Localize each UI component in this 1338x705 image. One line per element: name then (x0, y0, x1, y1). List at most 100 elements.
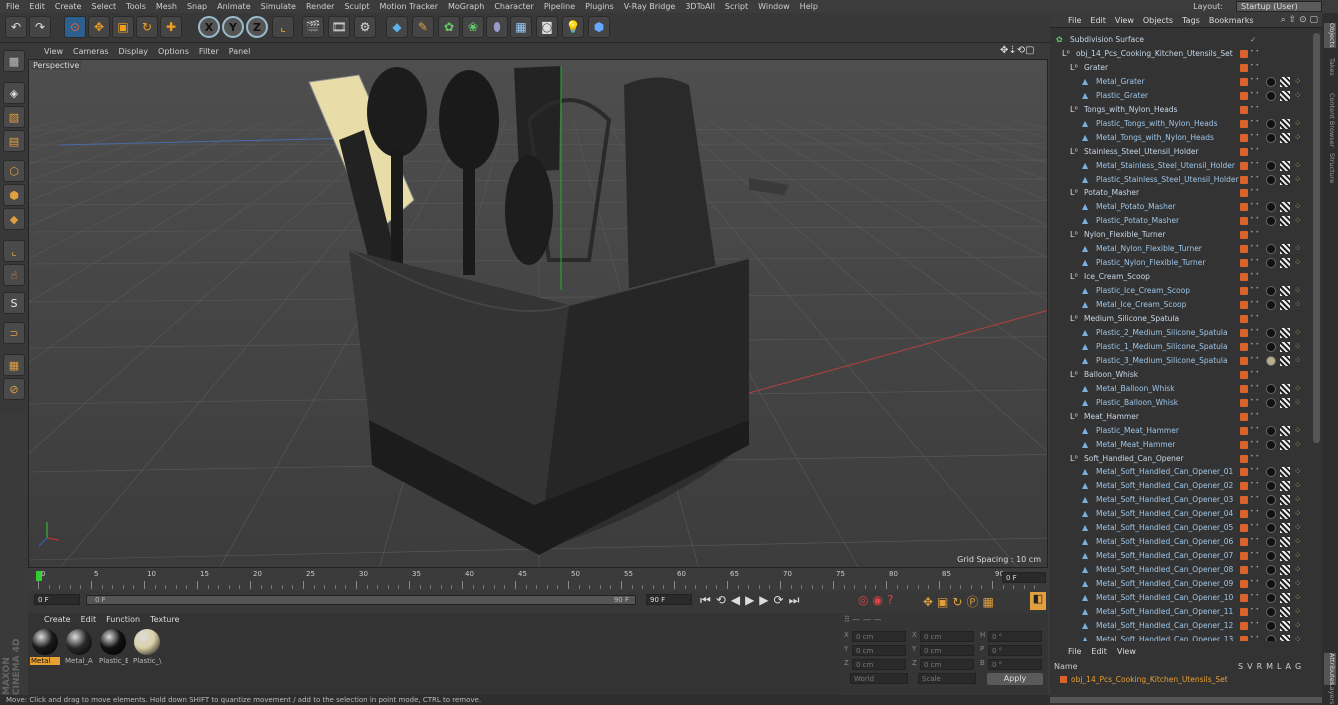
texture-tag-icon[interactable]: ⁘ (1294, 398, 1304, 408)
object-row[interactable]: ▲ Plastic_1_Medium_Silicone_Spatula • • ⁘ (1050, 340, 1312, 354)
object-row[interactable]: ▲ Metal_Soft_Handled_Can_Opener_03 • • ⁘ (1050, 493, 1312, 507)
menu-v-ray-bridge[interactable]: V-Ray Bridge (624, 2, 676, 11)
layout-dropdown[interactable]: Startup (User) (1236, 1, 1322, 12)
uv-tag-icon[interactable] (1280, 620, 1290, 631)
coord-field[interactable]: 0 cm (852, 645, 906, 656)
axis-mode-icon[interactable]: ⌞ (3, 240, 25, 262)
texture-tag-icon[interactable]: ⁘ (1294, 635, 1304, 641)
object-row[interactable]: ▲ Metal_Tongs_with_Nylon_Heads • • ⁘ (1050, 131, 1312, 145)
texture-tag-icon[interactable]: ⁘ (1294, 607, 1304, 617)
texture-tag-icon[interactable]: ⁘ (1294, 356, 1304, 366)
material-swatch[interactable]: Metal_A (64, 627, 94, 665)
object-row[interactable]: ▲ Plastic_3_Medium_Silicone_Spatula • • ⁘ (1050, 354, 1312, 368)
object-row[interactable]: L⁰ Stainless_Steel_Utensil_Holder • • (1050, 145, 1312, 159)
magnet-icon[interactable]: ⊃ (3, 322, 25, 344)
texture-tag-icon[interactable]: ⁘ (1294, 161, 1304, 171)
current-frame-field[interactable]: 0 F (1002, 572, 1046, 583)
menu-help[interactable]: Help (800, 2, 818, 11)
side-tab-structure[interactable]: Structure (1324, 153, 1336, 183)
material-tag-icon[interactable] (1266, 509, 1276, 520)
cloner-icon[interactable]: ❀ (462, 16, 484, 38)
object-row[interactable]: L⁰ Medium_Silicone_Spatula • • (1050, 312, 1312, 326)
texture-tag-icon[interactable]: ⁘ (1294, 286, 1304, 296)
camera-icon[interactable]: ◙ (536, 16, 558, 38)
uv-tag-icon[interactable] (1280, 118, 1290, 129)
object-row[interactable]: L⁰ Tongs_with_Nylon_Heads • • (1050, 103, 1312, 117)
redo-icon[interactable]: ↷ (29, 16, 51, 38)
layer-scrollbar[interactable] (1050, 697, 1322, 703)
uv-tag-icon[interactable] (1280, 202, 1290, 213)
coord-field[interactable]: 0 cm (852, 631, 906, 642)
object-menu-view[interactable]: View (1115, 16, 1134, 25)
subdivision-icon[interactable]: ✿ (438, 16, 460, 38)
menu-create[interactable]: Create (55, 2, 82, 11)
layer-menu-file[interactable]: File (1068, 647, 1081, 656)
floor-icon[interactable]: ▦ (510, 16, 532, 38)
polygons-mode-icon[interactable]: ◆ (3, 208, 25, 230)
uv-tag-icon[interactable] (1280, 439, 1290, 450)
texture-tag-icon[interactable]: ⁘ (1294, 426, 1304, 436)
material-tag-icon[interactable] (1266, 300, 1276, 311)
menu-plugins[interactable]: Plugins (585, 2, 614, 11)
texture-tag-icon[interactable]: ⁘ (1294, 300, 1304, 310)
cube-icon[interactable]: ◆ (386, 16, 408, 38)
uv-tag-icon[interactable] (1280, 160, 1290, 171)
workplane-icon[interactable]: ▤ (3, 130, 25, 152)
uv-tag-icon[interactable] (1280, 132, 1290, 143)
object-menu-tags[interactable]: Tags (1182, 16, 1200, 25)
object-row[interactable]: L⁰ obj_14_Pcs_Cooking_Kitchen_Utensils_Se… (1050, 47, 1312, 61)
timeline-toggle-icon[interactable]: ◧ (1030, 592, 1046, 610)
menu-snap[interactable]: Snap (187, 2, 207, 11)
uv-tag-icon[interactable] (1280, 383, 1290, 394)
key-buttons[interactable]: ✥▣↻Ⓟ▦ (923, 593, 998, 610)
material-tag-icon[interactable] (1266, 202, 1276, 213)
material-tag-icon[interactable] (1266, 160, 1276, 171)
menu-character[interactable]: Character (494, 2, 534, 11)
object-row[interactable]: ▲ Metal_Meat_Hammer • • ⁘ (1050, 438, 1312, 452)
rotate-icon[interactable]: ↻ (136, 16, 158, 38)
menu-window[interactable]: Window (758, 2, 790, 11)
material-tag-icon[interactable] (1266, 216, 1276, 227)
material-tag-icon[interactable] (1266, 606, 1276, 617)
coord-field[interactable]: 0 ° (988, 659, 1042, 670)
uv-tag-icon[interactable] (1280, 551, 1290, 562)
object-row[interactable]: ▲ Metal_Soft_Handled_Can_Opener_09 • • ⁘ (1050, 577, 1312, 591)
render-view-icon[interactable]: 🎬 (302, 16, 324, 38)
viewport-menu-options[interactable]: Options (158, 47, 189, 56)
material-tag-icon[interactable] (1266, 244, 1276, 255)
python-icon[interactable]: ⬢ (588, 16, 610, 38)
material-tag-icon[interactable] (1266, 467, 1276, 478)
coord-mode-select[interactable]: World (850, 673, 908, 684)
uv-tag-icon[interactable] (1280, 606, 1290, 617)
viewport-menu-filter[interactable]: Filter (199, 47, 219, 56)
lock-icon[interactable]: ⊘ (3, 378, 25, 400)
material-tag-icon[interactable] (1266, 495, 1276, 506)
live-select-icon[interactable]: ⊙ (64, 16, 86, 38)
object-row[interactable]: ▲ Plastic_Grater • • ⁘ (1050, 89, 1312, 103)
playback-buttons[interactable]: ⏮⟲◀▶▶⟳⏭ (700, 593, 804, 608)
menu-edit[interactable]: Edit (29, 2, 45, 11)
object-row[interactable]: ▲ Metal_Soft_Handled_Can_Opener_12 • • ⁘ (1050, 619, 1312, 633)
object-row[interactable]: ▲ Metal_Soft_Handled_Can_Opener_07 • • ⁘ (1050, 549, 1312, 563)
side-tab-content-browser[interactable]: Content Browser (1324, 93, 1336, 147)
layer-menu-view[interactable]: View (1117, 647, 1136, 656)
object-row[interactable]: ▲ Plastic_Ice_Cream_Scoop • • ⁘ (1050, 284, 1312, 298)
uv-tag-icon[interactable] (1280, 593, 1290, 603)
menu-script[interactable]: Script (725, 2, 748, 11)
texture-tag-icon[interactable]: ⁘ (1294, 565, 1304, 575)
object-row[interactable]: ▲ Plastic_Potato_Masher • • ⁘ (1050, 214, 1312, 228)
texture-tag-icon[interactable]: ⁘ (1294, 202, 1304, 212)
object-row[interactable]: ▲ Plastic_Tongs_with_Nylon_Heads • • ⁘ (1050, 117, 1312, 131)
material-tag-icon[interactable] (1266, 118, 1276, 129)
side-tab-attributes[interactable]: Attributes (1324, 653, 1336, 686)
undo-icon[interactable]: ↶ (5, 16, 27, 38)
object-row[interactable]: ▲ Metal_Balloon_Whisk • • ⁘ (1050, 382, 1312, 396)
texture-tag-icon[interactable]: ⁘ (1294, 91, 1304, 101)
material-tag-icon[interactable] (1266, 620, 1276, 631)
uv-tag-icon[interactable] (1280, 579, 1290, 590)
menu-mesh[interactable]: Mesh (156, 2, 177, 11)
coord-field[interactable]: 0 ° (988, 645, 1042, 656)
material-tag-icon[interactable] (1266, 551, 1276, 562)
material-tag-icon[interactable] (1266, 579, 1276, 590)
side-tab-takes[interactable]: Takes (1324, 58, 1336, 76)
